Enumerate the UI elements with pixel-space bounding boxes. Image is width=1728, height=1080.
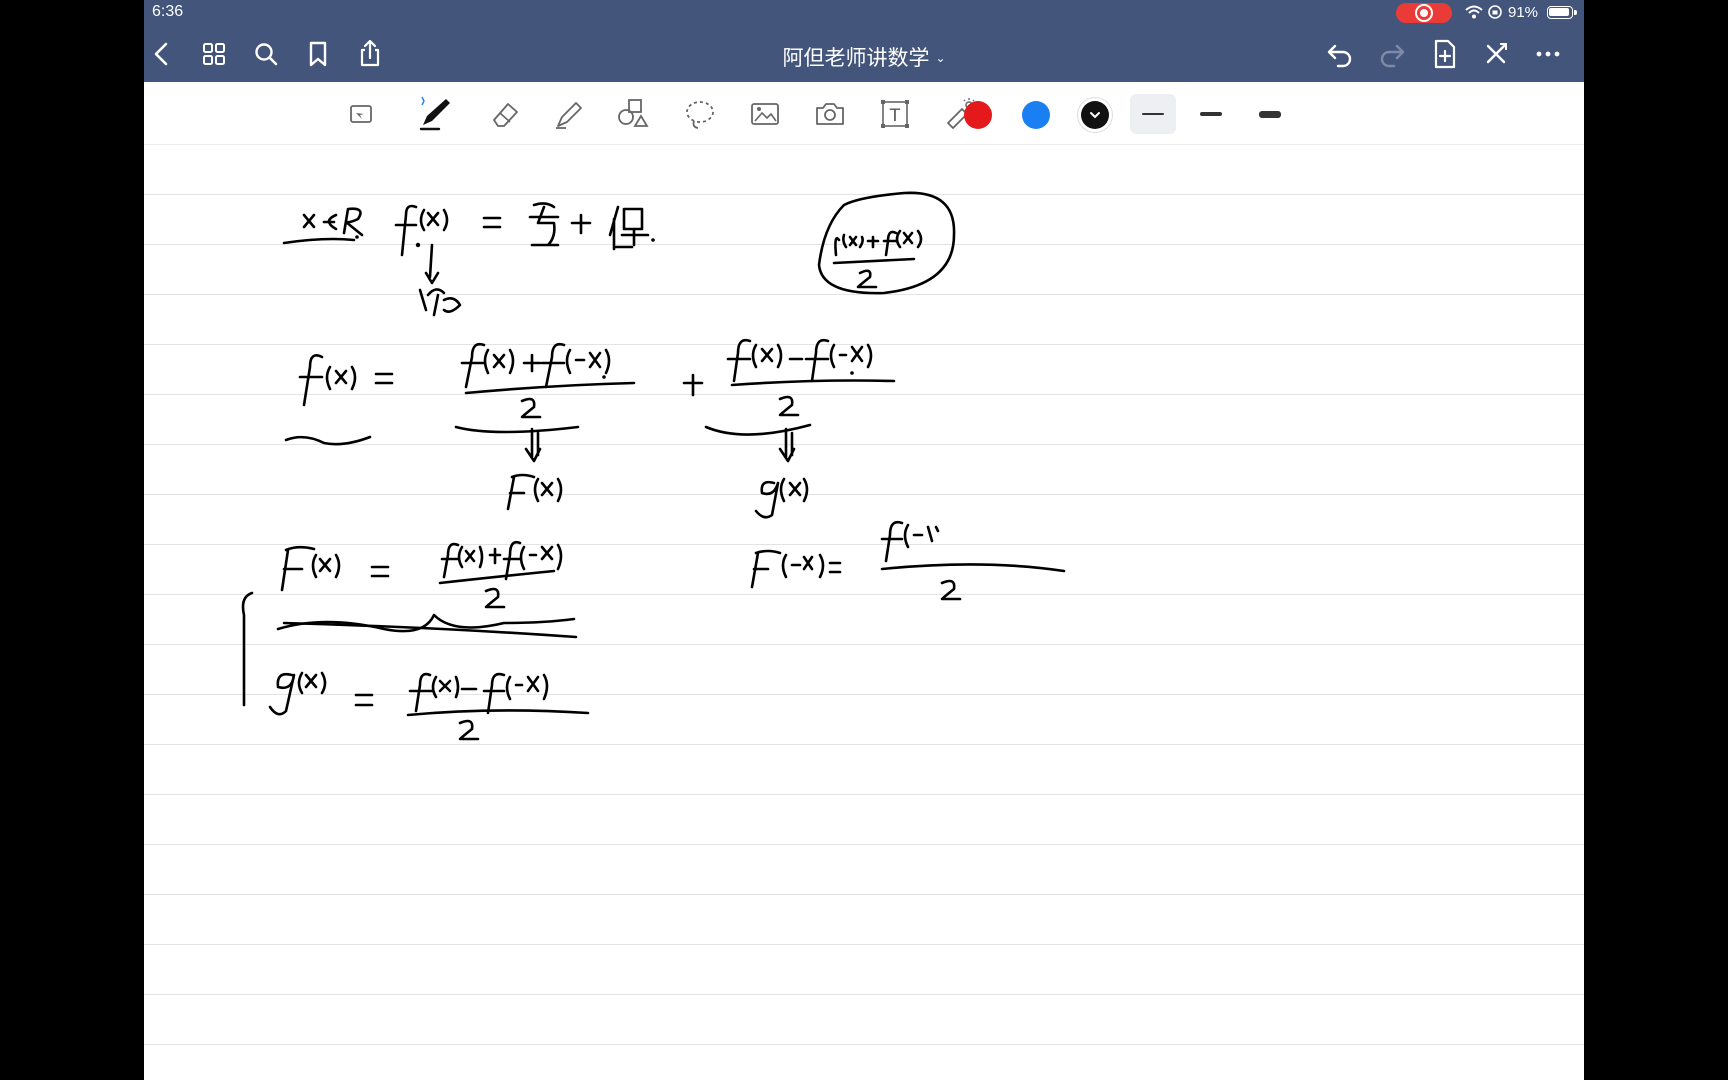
handwritten-ink	[241, 191, 1066, 741]
shapes-tool[interactable]	[613, 94, 653, 134]
color-blue[interactable]	[1022, 101, 1050, 129]
pen-icon	[419, 96, 450, 131]
undo-icon	[1327, 44, 1352, 68]
undo-button[interactable]	[1322, 36, 1358, 72]
chevron-down-icon: ⌄	[935, 51, 946, 65]
status-time: 6:36	[152, 3, 184, 20]
battery-icon	[1547, 6, 1577, 19]
text-tool-label: T	[889, 106, 901, 126]
camera-tool[interactable]	[810, 94, 850, 134]
color-red[interactable]	[964, 101, 992, 129]
redo-button[interactable]	[1374, 36, 1410, 72]
add-page-button[interactable]	[1426, 36, 1462, 72]
stroke-width-thin[interactable]	[1130, 94, 1176, 134]
close-tools-button[interactable]	[1478, 36, 1514, 72]
shapes-icon	[618, 99, 649, 127]
wifi-icon	[1465, 5, 1483, 19]
more-button[interactable]	[1530, 36, 1566, 72]
battery-percent: 91%	[1508, 4, 1539, 21]
document-title-menu[interactable]: 阿但老师讲数学 ⌄	[144, 42, 1584, 72]
orientation-lock-icon	[1488, 5, 1502, 19]
highlighter-tool[interactable]	[548, 94, 588, 134]
text-tool[interactable]: T	[875, 94, 915, 134]
drawing-toolbar: T	[144, 82, 1584, 145]
close-icon	[1486, 43, 1507, 64]
chevron-down-icon	[1090, 112, 1100, 119]
add-page-icon	[1434, 39, 1456, 69]
selection-icon	[350, 105, 372, 123]
ipad-screen: 6:36 91% 阿但老师讲数学 ⌄ T	[144, 0, 1584, 1080]
color-black-selected[interactable]	[1081, 101, 1109, 129]
redo-icon	[1380, 44, 1405, 68]
image-tool[interactable]	[745, 94, 785, 134]
text-icon: T	[881, 100, 909, 128]
stroke-width-medium[interactable]	[1188, 94, 1234, 134]
document-title: 阿但老师讲数学	[782, 47, 930, 70]
highlighter-icon	[556, 102, 582, 129]
status-bar: 6:36 91%	[144, 0, 1584, 26]
screen-recording-icon	[1396, 3, 1452, 23]
selection-tool[interactable]	[341, 94, 381, 134]
nav-bar: 阿但老师讲数学 ⌄	[144, 26, 1584, 82]
more-icon	[1536, 51, 1560, 57]
pen-tool[interactable]	[415, 94, 455, 134]
lasso-icon	[686, 101, 714, 129]
camera-icon	[816, 103, 844, 125]
lasso-tool[interactable]	[680, 94, 720, 134]
eraser-tool[interactable]	[485, 94, 525, 134]
stroke-width-thick[interactable]	[1247, 94, 1293, 134]
eraser-icon	[493, 103, 518, 127]
image-icon	[751, 103, 779, 125]
